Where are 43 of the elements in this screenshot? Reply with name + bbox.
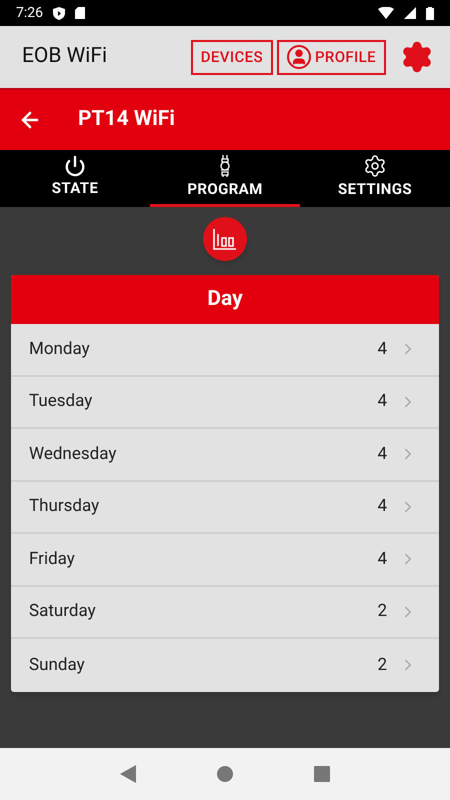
program-count: 4 — [377, 390, 387, 413]
power-icon — [64, 154, 86, 177]
program-count: 2 — [377, 654, 387, 676]
day-label: Thursday — [29, 495, 100, 518]
program-count: 4 — [377, 495, 387, 518]
battery-icon — [426, 6, 434, 20]
home-icon[interactable] — [216, 766, 233, 782]
devices-button[interactable]: DEVICES — [190, 40, 273, 74]
day-label: Sunday — [29, 654, 86, 676]
tab[interactable]: PROGRAM — [150, 150, 300, 207]
shield-icon — [53, 6, 65, 20]
back-icon[interactable] — [120, 765, 136, 783]
program-count: 2 — [377, 600, 387, 623]
day-label: Tuesday — [29, 390, 94, 413]
app-title: EOB WiFi — [22, 43, 108, 70]
device-title: PT14 WiFi — [78, 106, 175, 134]
day-row[interactable]: Monday 4 — [11, 324, 439, 376]
day-label: Saturday — [29, 600, 97, 623]
program-count: 4 — [377, 442, 387, 466]
program-count: 4 — [377, 548, 387, 570]
day-row[interactable]: Sunday 2 — [11, 639, 439, 692]
chart-button[interactable] — [203, 217, 247, 261]
day-row[interactable]: Saturday 2 — [11, 586, 439, 639]
day-label: Monday — [29, 338, 91, 360]
status-time: 7:26 — [16, 4, 43, 22]
user-icon — [286, 45, 311, 69]
recents-icon[interactable] — [314, 766, 330, 782]
day-row[interactable]: Tuesday 4 — [11, 376, 439, 429]
tab[interactable]: STATE — [0, 150, 150, 207]
wifi-icon — [378, 7, 394, 19]
program-count: 4 — [377, 338, 387, 360]
day-row[interactable]: Wednesday 4 — [11, 429, 439, 482]
tab[interactable]: SETTINGS — [300, 150, 450, 207]
card-title: Day — [207, 286, 243, 313]
bar-chart-icon — [213, 228, 237, 250]
sd-card-icon — [75, 7, 85, 19]
profile-button[interactable]: PROFILE — [276, 40, 386, 74]
signal-icon — [404, 7, 416, 19]
settings-icon — [363, 154, 387, 178]
day-row[interactable]: Friday 4 — [11, 534, 439, 586]
day-label: Wednesday — [29, 442, 118, 466]
day-row[interactable]: Thursday 4 — [11, 482, 439, 534]
day-label: Friday — [29, 548, 76, 570]
